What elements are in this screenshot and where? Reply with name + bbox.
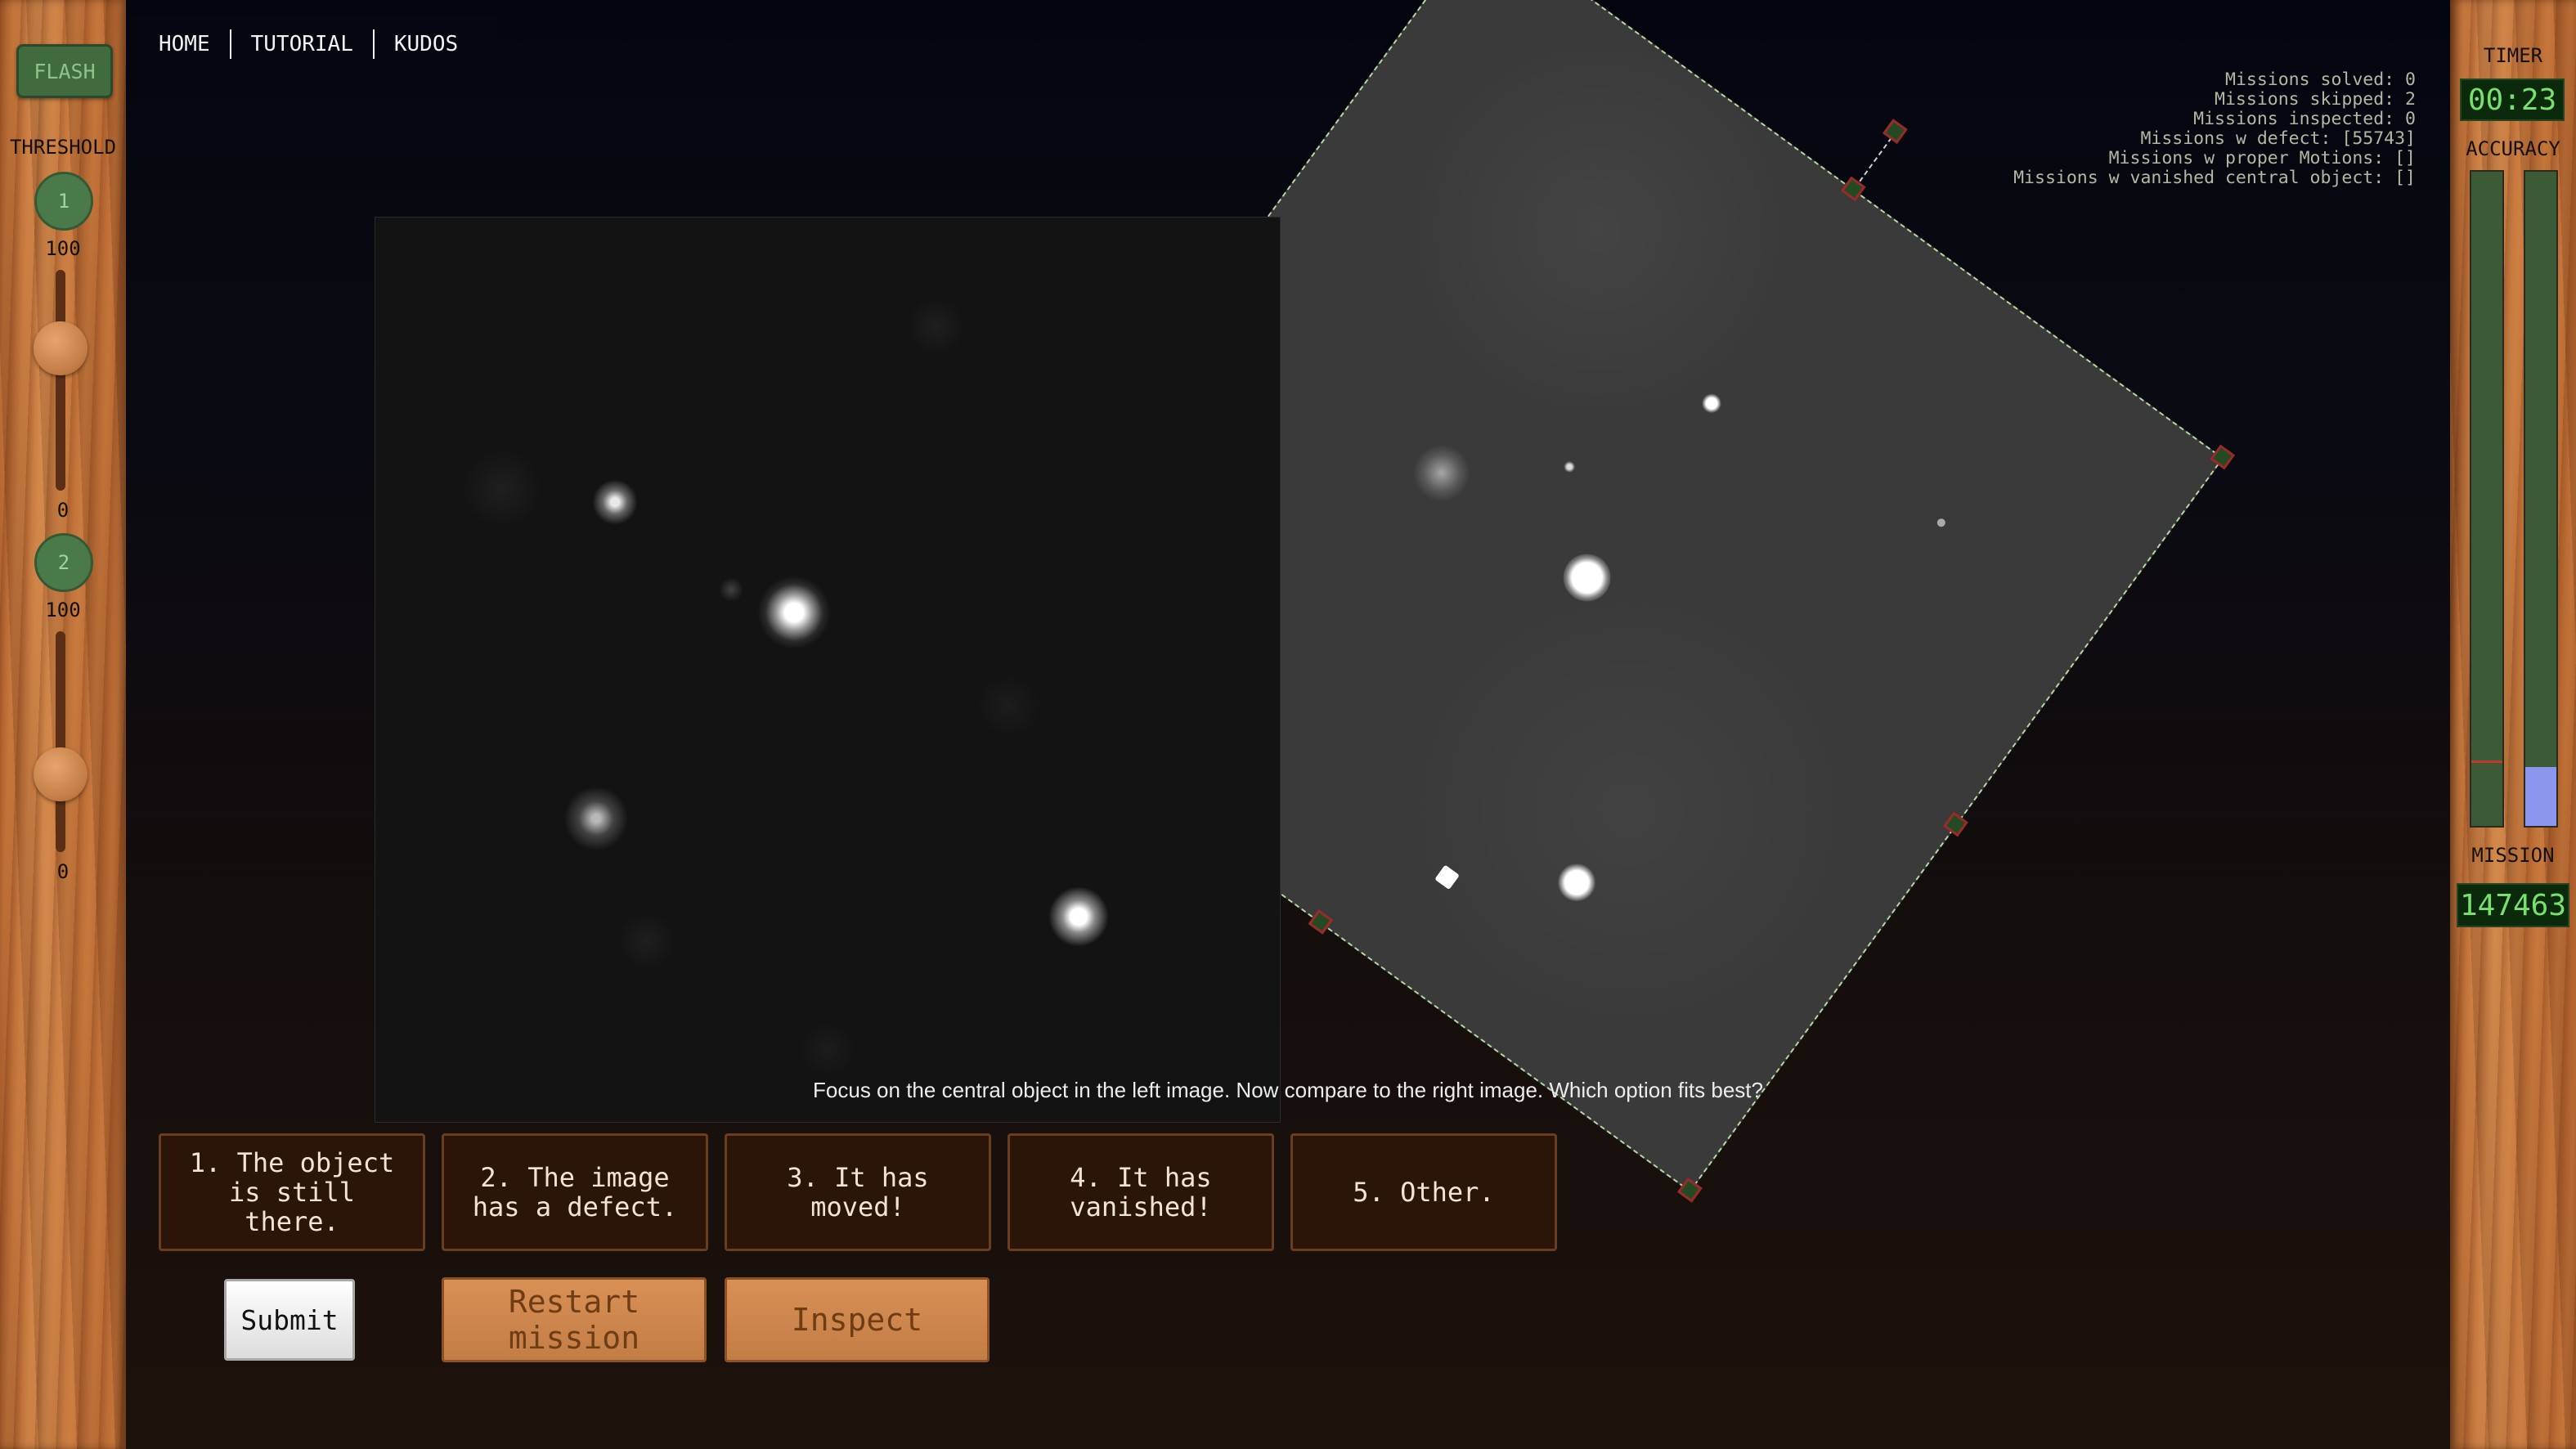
mission-stats: Missions solved: 0 Missions skipped: 2 M… [2013,70,2416,188]
instruction-text: Focus on the central object in the left … [813,1078,1763,1102]
artifact [1434,864,1460,890]
accuracy-meter-right [2524,170,2558,828]
rotate-corner-handle[interactable] [1677,1178,1703,1203]
option-moved[interactable]: 3. It has moved! [725,1133,991,1251]
option-still-there[interactable]: 1. The object is still there. [159,1133,425,1251]
mission-label: MISSION [2471,844,2555,867]
star [719,577,743,602]
mission-id-display: 147463 [2457,883,2569,927]
star [1698,389,1726,418]
stat-proper-motions: Missions w proper Motions: [] [2108,148,2416,168]
stat-inspected: Missions inspected: 0 [2193,109,2416,129]
stat-defect: Missions w defect: [55743] [2140,128,2416,149]
option-other[interactable]: 5. Other. [1290,1133,1557,1251]
submit-button[interactable]: Submit [224,1279,355,1361]
resize-edge-handle[interactable] [1840,176,1866,202]
left-control-panel: FLASH THRESHOLD 1 100 0 2 100 0 [0,0,126,1449]
option-vanished[interactable]: 4. It has vanished! [1008,1133,1274,1251]
stat-solved: Missions solved: 0 [2225,70,2416,90]
star [590,478,640,527]
right-status-panel: TIMER 00:23 ACCURACY MISSION 147463 [2450,0,2576,1449]
flash-button[interactable]: FLASH [16,44,113,98]
resize-edge-handle[interactable] [1308,909,1334,935]
nav-home-link[interactable]: HOME [159,32,230,56]
channel-1-min-label: 0 [56,499,70,522]
accuracy-meter-left [2470,170,2504,828]
top-navigation: HOME TUTORIAL KUDOS [129,16,497,72]
star [1561,459,1577,475]
channel-1-toggle[interactable]: 1 [34,172,93,231]
stat-vanished: Missions w vanished central object: [] [2013,168,2416,188]
star [1935,517,1947,529]
accuracy-label: ACCURACY [2466,137,2560,160]
restart-mission-button[interactable]: Restart mission [442,1277,707,1362]
timer-display: 00:23 [2460,79,2565,121]
rotation-handle[interactable] [1882,119,1908,144]
central-star [1554,544,1621,611]
central-object [757,576,831,649]
timer-label: TIMER [2483,44,2543,67]
nav-tutorial-link[interactable]: TUTORIAL [231,32,373,56]
resize-edge-handle[interactable] [1943,811,1968,837]
channel-1-max-label: 100 [45,237,81,260]
option-defect[interactable]: 2. The image has a defect. [442,1133,708,1251]
threshold-label: THRESHOLD [9,136,117,159]
nav-kudos-link[interactable]: KUDOS [375,32,478,56]
channel-1-slider-track[interactable] [56,270,65,491]
channel-2-slider-track[interactable] [56,631,65,852]
channel-2-toggle[interactable]: 2 [34,533,93,592]
channel-2-max-label: 100 [45,599,81,621]
galaxy-blob [1401,433,1482,514]
channel-1-slider-handle[interactable] [34,321,88,375]
stat-skipped: Missions skipped: 2 [2215,89,2416,110]
star [1046,884,1111,949]
inspect-button[interactable]: Inspect [725,1277,990,1362]
channel-2-slider-handle[interactable] [34,747,88,801]
channel-2-min-label: 0 [56,860,70,883]
rotation-guide-line [1859,137,1892,182]
star [1550,856,1604,909]
rotate-corner-handle[interactable] [2210,444,2236,470]
reference-image[interactable] [375,217,1281,1123]
galaxy-blob [563,782,629,855]
